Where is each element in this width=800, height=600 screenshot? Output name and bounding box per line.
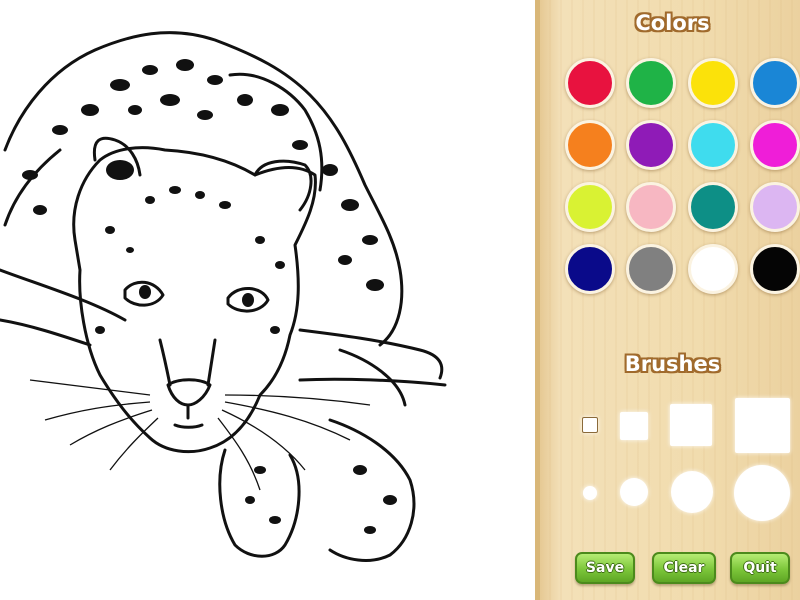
brushes-heading: Brushes [624, 352, 721, 376]
tools-panel: Colors Brushes Save Clear Quit [535, 0, 800, 600]
brush-square-tiny[interactable] [582, 417, 598, 433]
drawing-canvas[interactable] [0, 0, 535, 600]
clear-button[interactable]: Clear [652, 552, 716, 584]
colors-heading: Colors [635, 11, 710, 35]
brush-square-medium[interactable] [670, 404, 712, 446]
color-swatch-yellow[interactable] [688, 58, 738, 108]
color-swatch-green[interactable] [626, 58, 676, 108]
brush-round-tiny[interactable] [583, 486, 597, 500]
color-swatch-teal[interactable] [688, 182, 738, 232]
brush-square-large[interactable] [735, 398, 790, 453]
color-swatch-magenta[interactable] [750, 120, 800, 170]
quit-button[interactable]: Quit [730, 552, 790, 584]
brush-round-medium[interactable] [671, 471, 713, 513]
brush-round-small[interactable] [620, 478, 648, 506]
color-swatch-red[interactable] [565, 58, 615, 108]
color-swatch-black[interactable] [750, 244, 800, 294]
color-swatch-lime[interactable] [565, 182, 615, 232]
leopard-outline [0, 31, 447, 562]
color-swatch-orange[interactable] [565, 120, 615, 170]
color-swatch-gray[interactable] [626, 244, 676, 294]
color-swatch-lavender[interactable] [750, 182, 800, 232]
color-swatch-purple[interactable] [626, 120, 676, 170]
brush-square-small[interactable] [620, 412, 648, 440]
color-swatch-navy[interactable] [565, 244, 615, 294]
color-swatch-cyan[interactable] [688, 120, 738, 170]
color-swatch-pink[interactable] [626, 182, 676, 232]
color-swatch-white[interactable] [688, 244, 738, 294]
color-swatch-blue[interactable] [750, 58, 800, 108]
save-button[interactable]: Save [575, 552, 635, 584]
brush-round-large[interactable] [734, 465, 790, 521]
